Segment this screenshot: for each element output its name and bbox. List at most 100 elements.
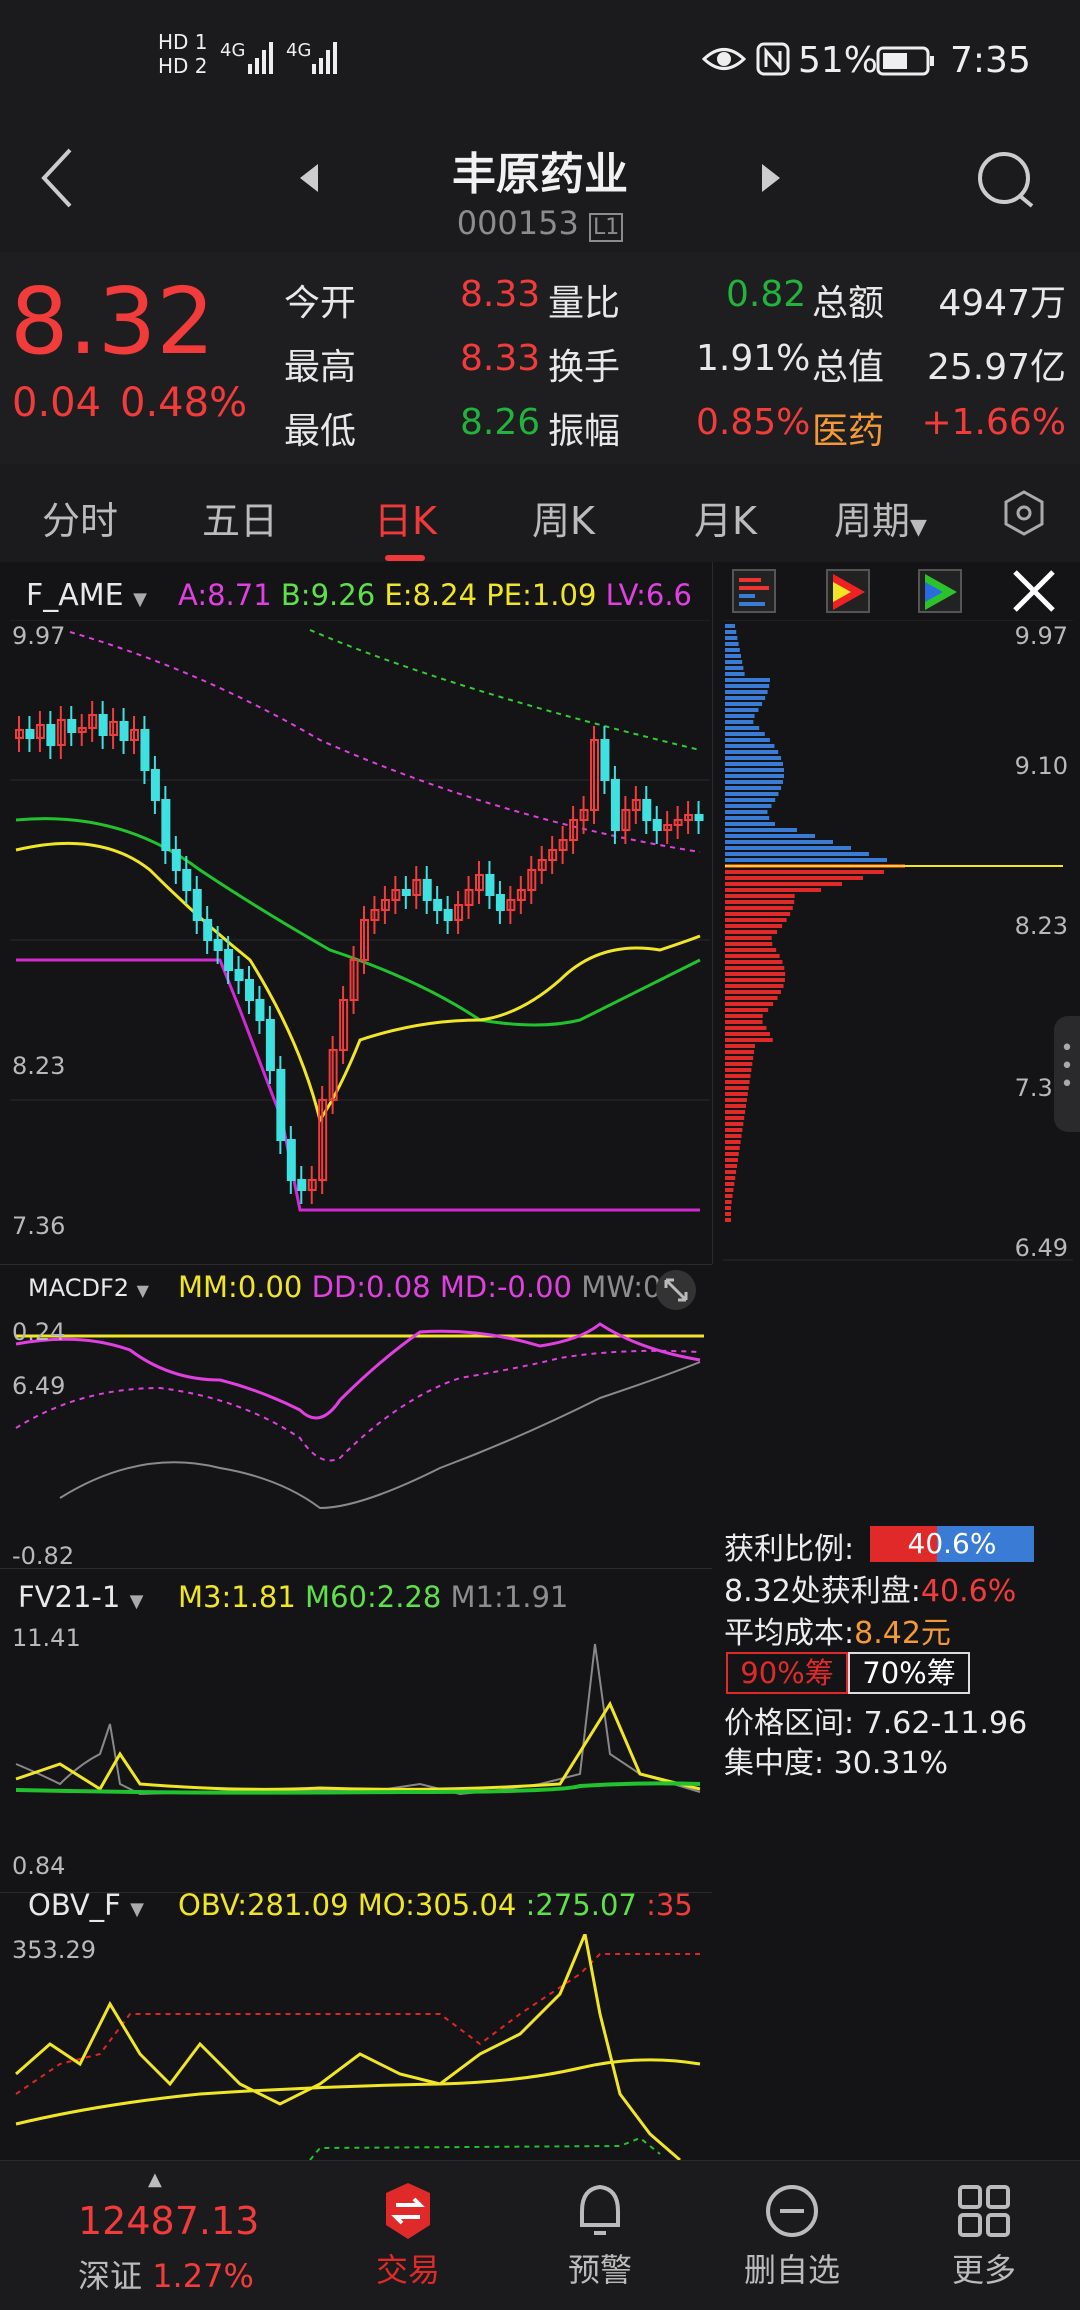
candle-body [694, 814, 704, 821]
chip-bar [725, 978, 785, 982]
tab-five-day[interactable]: 五日 [202, 490, 278, 545]
tab-intraday[interactable]: 分时 [42, 490, 118, 545]
chip-bar [725, 702, 763, 706]
expand-icon[interactable] [654, 1268, 698, 1312]
chip-bar [725, 744, 775, 748]
chip-bar [725, 1056, 754, 1060]
chip-bar [725, 678, 770, 682]
nav-more[interactable]: 更多 [884, 2181, 1080, 2291]
candle-body [67, 719, 77, 733]
chip-70-button[interactable]: 70%筹 [848, 1652, 970, 1694]
fv-axis-bottom: 0.84 [12, 1852, 66, 1880]
search-icon[interactable] [976, 150, 1036, 210]
candle-body [213, 939, 223, 951]
stock-header: 丰原药业 000153 L1 [0, 120, 1080, 250]
candle-body [286, 1139, 296, 1181]
index-info[interactable]: 深证 1.27% [78, 2251, 254, 2297]
chip-bar [725, 936, 772, 940]
nfc-icon [756, 42, 790, 76]
chip-bar [725, 1128, 743, 1132]
main-axis-top: 9.97 [12, 622, 66, 650]
profit-ratio-bar: 40.6% [870, 1526, 1034, 1562]
chip-bar [725, 1080, 750, 1084]
candle-body [401, 889, 411, 896]
candle-body [297, 1179, 307, 1191]
caret-down-icon: ▼ [136, 1281, 149, 1300]
kline-chart[interactable] [0, 620, 712, 1300]
chip-bar [725, 1134, 742, 1138]
chip-bar [725, 852, 869, 856]
tab-monthly-k[interactable]: 月K [694, 490, 757, 545]
obv-chart[interactable] [0, 1934, 712, 2160]
chip-distribution-panel: 9.97 9.10 8.23 7.36 6.49 • • • [712, 562, 1080, 1264]
red-flag-icon[interactable] [825, 568, 871, 614]
chip-bar [725, 1194, 733, 1198]
chip-bar [725, 1188, 734, 1192]
sector-label[interactable]: 医药 [812, 402, 884, 454]
chip-bar [725, 690, 768, 694]
amount-label: 总额 [812, 283, 885, 324]
chip-bar [725, 1008, 769, 1012]
tab-daily-k[interactable]: 日K [374, 490, 437, 545]
chip-bar [725, 660, 743, 664]
chip-bar [725, 1026, 767, 1030]
macd-selector[interactable]: MACDF2 ▼ [28, 1274, 149, 1302]
fv-axis-top: 11.41 [12, 1624, 81, 1652]
fv-selector[interactable]: FV21-1 ▼ [18, 1580, 143, 1614]
chip-bar [725, 630, 737, 634]
index-value[interactable]: 12487.13 [78, 2199, 259, 2243]
chip-chart-icon[interactable] [731, 568, 777, 614]
chip-90-button[interactable]: 90%筹 [726, 1652, 848, 1694]
price-change: 0.04 [12, 380, 102, 426]
candle-body [443, 909, 453, 921]
chip-bar [725, 816, 770, 820]
fv-chart[interactable] [0, 1624, 712, 1804]
chip-bar [725, 684, 770, 688]
chip-bar [725, 696, 766, 700]
candle-body [600, 739, 610, 781]
candle-body [495, 894, 505, 911]
sector-value[interactable]: +1.66% [921, 402, 1066, 443]
candle-body [234, 969, 244, 981]
chip-bar [725, 858, 887, 862]
candle-body [485, 874, 495, 896]
candle-body [276, 1069, 286, 1141]
chip-bar [725, 870, 884, 874]
obv-selector[interactable]: OBV_F ▼ [28, 1888, 144, 1922]
chip-bar [725, 1020, 763, 1024]
side-drawer-handle[interactable]: • • • [1054, 1016, 1080, 1132]
macd-chart[interactable] [0, 1318, 712, 1518]
candle-body [150, 769, 160, 801]
clock: 7:35 [950, 40, 1031, 81]
chip-bar [725, 1086, 749, 1090]
close-icon[interactable] [1009, 568, 1059, 614]
candle-body [98, 714, 108, 736]
volume-ratio-value: 0.82 [726, 274, 807, 315]
quote-panel: 8.32 0.04 0.48% 今开 8.33 量比 0.82 总额 4947万… [0, 252, 1080, 464]
main-indicator-selector[interactable]: F_AME ▼ [26, 578, 147, 613]
settings-hexagon-icon[interactable] [1002, 488, 1046, 538]
nav-remove-watchlist[interactable]: 删自选 [692, 2181, 892, 2291]
nav-alert[interactable]: 预警 [500, 2181, 700, 2291]
tab-period[interactable]: 周期▼ [834, 490, 927, 545]
chip-bar [725, 1092, 748, 1096]
chip-bar [725, 822, 775, 826]
chip-bar [725, 1098, 747, 1102]
green-flag-icon[interactable] [917, 568, 963, 614]
next-stock-icon[interactable] [758, 162, 782, 194]
expand-up-icon[interactable]: ▲ [148, 2169, 162, 2190]
nav-trade[interactable]: 交易 [308, 2181, 508, 2291]
chip-bar [725, 1212, 731, 1216]
candle-body [182, 869, 192, 891]
chart-area: F_AME ▼ A:8.71 B:9.26 E:8.24 PE:1.09 LV:… [0, 562, 1080, 2160]
chip-bar [725, 954, 780, 958]
chip-bar [725, 1074, 751, 1078]
candle-body [46, 724, 56, 746]
tab-weekly-k[interactable]: 周K [532, 490, 595, 545]
macd-axis-bottom: -0.82 [12, 1542, 75, 1570]
profit-at-row: 8.32处获利盘:40.6% [724, 1574, 1017, 1609]
concentration-row: 集中度: 30.31% [724, 1746, 949, 1781]
chip-bar [725, 1116, 745, 1120]
chip-bar [725, 846, 851, 850]
bottom-nav: ▲ 12487.13 深证 1.27% 交易 预警 删自选 更多 [0, 2160, 1080, 2310]
